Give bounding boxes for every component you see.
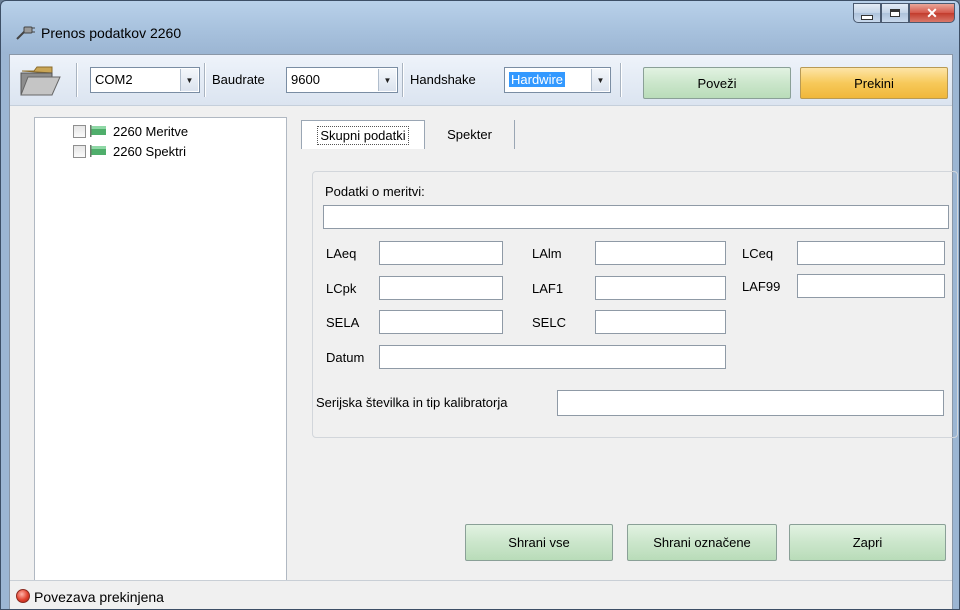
baudrate-value: 9600 xyxy=(291,72,320,87)
chevron-down-icon[interactable]: ▼ xyxy=(591,69,609,91)
minimize-button[interactable] xyxy=(853,3,881,23)
datum-label: Datum xyxy=(326,350,365,365)
maximize-icon xyxy=(890,9,900,17)
title-bar[interactable]: Prenos podatkov 2260 ✕ xyxy=(1,1,959,53)
tree-checkbox[interactable] xyxy=(73,124,86,138)
minimize-icon xyxy=(861,14,873,20)
window-title: Prenos podatkov 2260 xyxy=(41,25,182,41)
toolbar: COM2 ▼ Baudrate 9600 ▼ Handshake Hardwir… xyxy=(10,55,952,106)
tree-item-spektri[interactable]: 2260 Spektri xyxy=(73,142,186,160)
flag-icon xyxy=(89,125,107,137)
calibrator-field[interactable] xyxy=(557,390,944,416)
baudrate-label: Baudrate xyxy=(212,72,265,87)
close-window-button[interactable]: ✕ xyxy=(909,3,955,23)
toolbar-separator xyxy=(76,63,78,97)
status-bar: Povezava prekinjena xyxy=(10,580,952,609)
lalm-label: LAlm xyxy=(532,246,562,261)
client-area: COM2 ▼ Baudrate 9600 ▼ Handshake Hardwir… xyxy=(9,54,958,609)
flag-icon xyxy=(89,145,107,157)
chevron-down-icon[interactable]: ▼ xyxy=(180,69,198,91)
laeq-field[interactable] xyxy=(379,241,503,265)
handshake-select[interactable]: Hardwire ▼ xyxy=(504,67,611,93)
tree-item-label: 2260 Spektri xyxy=(113,143,186,159)
chevron-down-icon[interactable]: ▼ xyxy=(378,69,396,91)
tree-item-meritve[interactable]: 2260 Meritve xyxy=(73,122,188,140)
handshake-label: Handshake xyxy=(410,72,476,87)
status-text: Povezava prekinjena xyxy=(34,589,164,605)
laf1-field[interactable] xyxy=(595,276,726,300)
calibrator-label: Serijska številka in tip kalibratorja xyxy=(316,395,508,410)
lceq-label: LCeq xyxy=(742,246,774,261)
group-label: Podatki o meritvi: xyxy=(325,184,425,199)
laeq-label: LAeq xyxy=(326,246,357,261)
sela-label: SELA xyxy=(326,315,360,330)
caption-buttons: ✕ xyxy=(853,3,955,25)
measurement-info-field[interactable] xyxy=(323,205,949,229)
disconnect-button[interactable]: Prekini xyxy=(800,67,948,99)
close-icon: ✕ xyxy=(926,4,938,21)
toolbar-separator xyxy=(620,63,622,97)
close-button[interactable]: Zapri xyxy=(789,524,946,561)
connect-button[interactable]: Poveži xyxy=(643,67,791,99)
selc-field[interactable] xyxy=(595,310,726,334)
maximize-button[interactable] xyxy=(881,3,909,23)
baudrate-select[interactable]: 9600 ▼ xyxy=(286,67,398,93)
laf99-field[interactable] xyxy=(797,274,945,298)
port-value: COM2 xyxy=(95,72,133,87)
selc-label: SELC xyxy=(532,315,566,330)
lceq-field[interactable] xyxy=(797,241,945,265)
lcpk-label: LCpk xyxy=(326,281,357,296)
red-led-icon xyxy=(16,589,30,603)
laf99-label: LAF99 xyxy=(742,279,781,294)
app-window: Prenos podatkov 2260 ✕ COM2 ▼ Baudrate 9… xyxy=(0,0,960,610)
datum-field[interactable] xyxy=(379,345,726,369)
data-tree[interactable]: 2260 Meritve 2260 Spektri xyxy=(34,117,287,582)
sela-field[interactable] xyxy=(379,310,503,334)
tab-label: Spekter xyxy=(447,127,492,142)
lalm-field[interactable] xyxy=(595,241,726,265)
plug-icon xyxy=(15,25,35,41)
open-folder-icon[interactable] xyxy=(18,61,62,99)
save-selected-button[interactable]: Shrani označene xyxy=(627,524,777,561)
handshake-value: Hardwire xyxy=(509,72,566,87)
port-select[interactable]: COM2 ▼ xyxy=(90,67,200,93)
lcpk-field[interactable] xyxy=(379,276,503,300)
tab-skupni-podatki[interactable]: Skupni podatki xyxy=(301,120,425,149)
tree-item-label: 2260 Meritve xyxy=(113,123,189,139)
toolbar-separator xyxy=(204,63,206,97)
toolbar-separator xyxy=(402,63,404,97)
tree-checkbox[interactable] xyxy=(73,144,86,158)
laf1-label: LAF1 xyxy=(532,281,564,296)
tab-spekter[interactable]: Spekter xyxy=(425,120,515,149)
tab-label: Skupni podatki xyxy=(317,125,409,145)
save-all-button[interactable]: Shrani vse xyxy=(465,524,613,561)
